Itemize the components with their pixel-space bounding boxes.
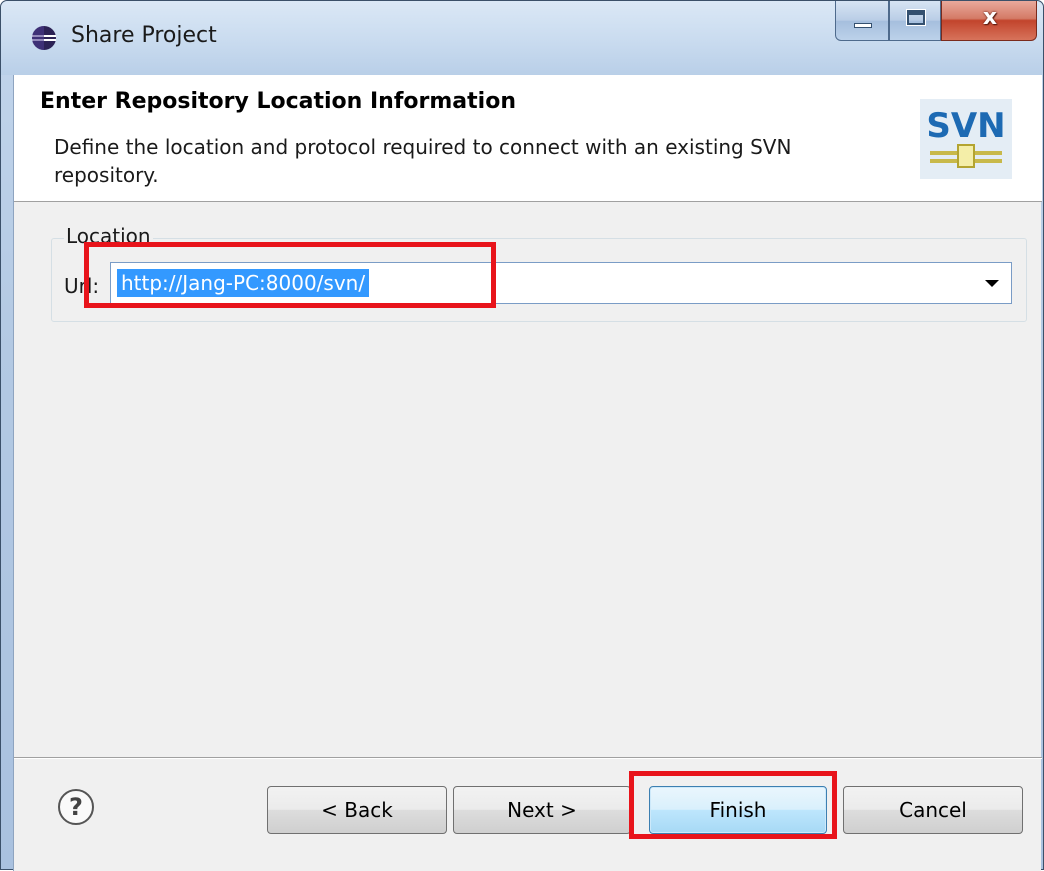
close-icon: x <box>982 5 998 30</box>
title-bar[interactable]: Share Project x <box>1 1 1043 75</box>
dialog-window: Share Project x Enter Repository Locatio… <box>0 0 1044 871</box>
cancel-button[interactable]: Cancel <box>843 786 1023 834</box>
button-bar-separator <box>14 757 1042 759</box>
maximize-button[interactable] <box>889 1 941 41</box>
next-button[interactable]: Next > <box>453 786 631 834</box>
caption-buttons: x <box>835 1 1037 41</box>
page-title: Enter Repository Location Information <box>40 89 516 114</box>
eclipse-icon <box>32 26 56 50</box>
page-description: Define the location and protocol require… <box>54 135 792 187</box>
window-title: Share Project <box>71 23 217 48</box>
maximize-icon <box>907 10 925 25</box>
url-highlight-box <box>84 242 496 308</box>
wizard-banner: Enter Repository Location Information De… <box>14 75 1042 202</box>
url-dropdown-button[interactable] <box>977 263 1007 303</box>
svn-logo-icon: SVN <box>920 99 1012 179</box>
dialog-client-area: Enter Repository Location Information De… <box>13 75 1042 871</box>
minimize-icon <box>854 23 872 28</box>
minimize-button[interactable] <box>835 1 889 41</box>
svn-logo-text: SVN <box>926 106 1005 146</box>
help-button[interactable]: ? <box>58 789 94 825</box>
back-button[interactable]: < Back <box>267 786 447 834</box>
finish-highlight-box <box>629 771 837 839</box>
close-button[interactable]: x <box>941 1 1037 41</box>
chevron-down-icon <box>985 280 999 287</box>
